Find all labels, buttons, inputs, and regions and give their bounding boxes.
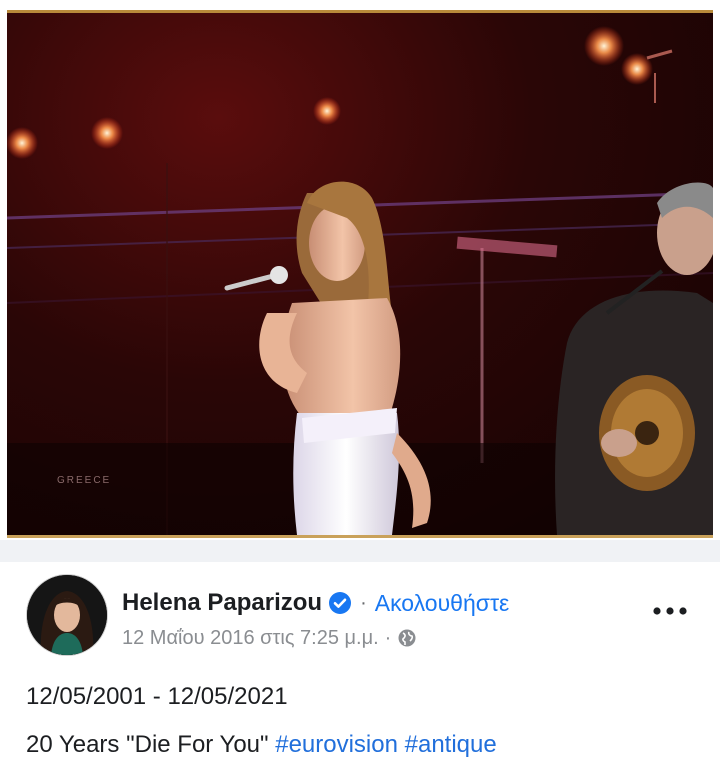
hashtag-antique[interactable]: #antique — [405, 731, 497, 758]
more-options-button[interactable] — [648, 596, 692, 626]
video-watermark: GREECE — [57, 475, 111, 486]
post-text-line1: 12/05/2001 - 12/05/2021 — [26, 683, 288, 710]
follow-button[interactable]: Ακολουθήστε — [375, 590, 510, 617]
hashtag-eurovision[interactable]: #eurovision — [275, 731, 398, 758]
post-card: GREECE Helena Paparizou · Ακολουθήστε 12… — [0, 0, 720, 769]
stage-scene-image: GREECE — [7, 26, 713, 535]
post-timestamp[interactable]: 12 Μαΐου 2016 στις 7:25 μ.μ. — [122, 627, 379, 650]
author-name[interactable]: Helena Paparizou — [122, 589, 322, 617]
post-video-thumbnail[interactable]: GREECE — [7, 10, 713, 538]
post-text-line2: 20 Years "Die For You" #eurovision #anti… — [26, 731, 497, 759]
avatar-image — [27, 575, 107, 655]
post-header: Helena Paparizou · Ακολουθήστε — [122, 586, 509, 620]
author-avatar[interactable] — [27, 575, 107, 655]
verified-badge-icon — [328, 591, 352, 615]
more-options-icon — [653, 607, 687, 615]
meta-separator-dot: · — [384, 626, 392, 649]
musician-figure — [555, 182, 713, 535]
post-meta: 12 Μαΐου 2016 στις 7:25 μ.μ. · — [122, 624, 417, 652]
post-text-caption: 20 Years "Die For You" — [26, 731, 269, 758]
separator-dot: · — [360, 591, 367, 614]
globe-icon — [397, 628, 417, 648]
section-divider — [0, 540, 720, 562]
